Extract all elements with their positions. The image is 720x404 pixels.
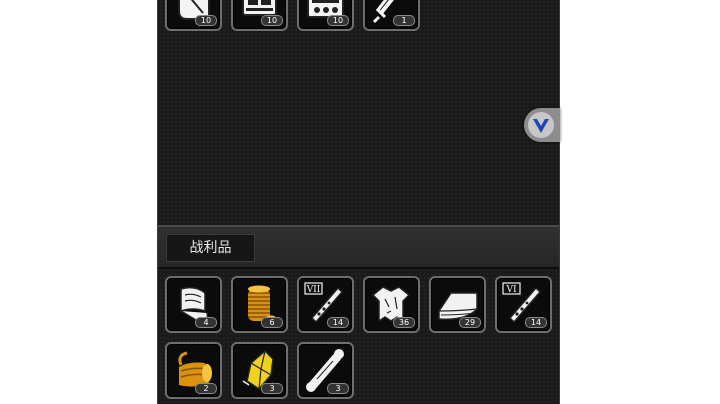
loot-slot[interactable]: 3 [297,342,354,399]
loot-slot[interactable]: 3 [231,342,288,399]
item-quantity: 10 [327,15,349,26]
item-quantity: 29 [459,317,481,328]
v-logo-icon [528,112,554,138]
loot-slot[interactable]: 6 [231,276,288,333]
item-quantity: 36 [393,317,415,328]
item-quantity: 4 [195,317,217,328]
loot-slot[interactable]: VII 14 [297,276,354,333]
loot-slot[interactable]: 29 [429,276,486,333]
item-quantity: 14 [327,317,349,328]
inventory-slot[interactable]: 10 [165,0,222,31]
loot-slot[interactable]: 36 [363,276,420,333]
item-quantity: 3 [261,383,283,394]
loot-slot[interactable]: 2 [165,342,222,399]
svg-text:VII: VII [306,285,321,295]
item-quantity: 6 [261,317,283,328]
item-quantity: 2 [195,383,217,394]
item-quantity: 14 [525,317,547,328]
inventory-top-row: 10 10 10 1 [158,0,420,31]
loot-tab[interactable]: 战利品 [166,234,255,262]
inventory-panel: 10 10 10 1 战利品 4 6 VII 14 36 29 VI 14 2 … [157,0,560,404]
item-quantity: 10 [195,15,217,26]
loot-grid: 4 6 VII 14 36 29 VI 14 2 3 3 [165,276,559,399]
svg-text:VI: VI [505,285,516,295]
inventory-slot[interactable]: 10 [297,0,354,31]
inventory-slot[interactable]: 1 [363,0,420,31]
floating-assistant-button[interactable] [524,108,560,142]
inventory-slot[interactable]: 10 [231,0,288,31]
loot-slot[interactable]: VI 14 [495,276,552,333]
item-quantity: 3 [327,383,349,394]
loot-section-header: 战利品 [158,225,559,269]
item-quantity: 10 [261,15,283,26]
item-quantity: 1 [393,15,415,26]
loot-slot[interactable]: 4 [165,276,222,333]
